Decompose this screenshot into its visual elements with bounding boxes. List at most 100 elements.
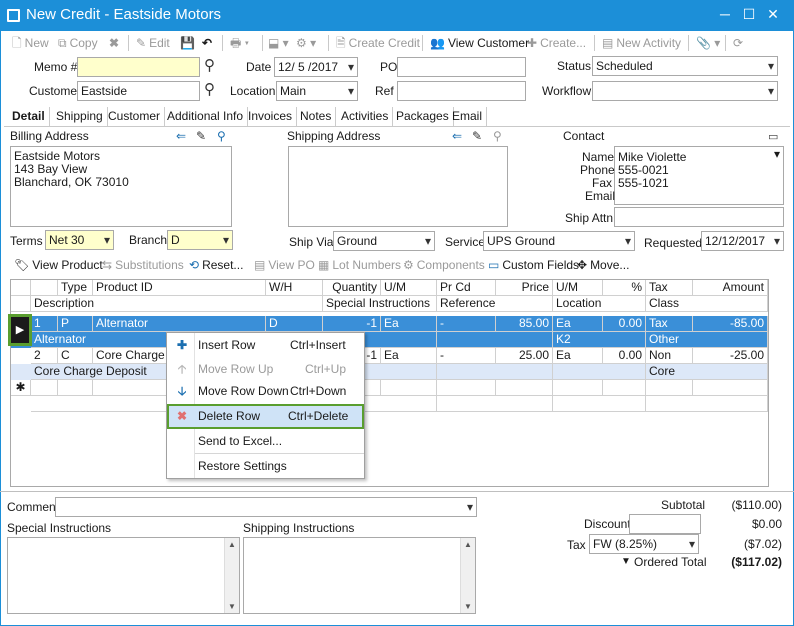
grid-header-reference[interactable]: Reference xyxy=(437,296,553,312)
memo-input[interactable] xyxy=(77,57,200,77)
table-row[interactable]: 1 P Alternator D -1 Ea - 85.00 Ea 0.00 T… xyxy=(11,316,768,332)
comment-input[interactable] xyxy=(55,497,477,517)
row-selector-arrow-icon[interactable]: ▶ xyxy=(8,314,32,346)
discount-input[interactable] xyxy=(629,514,701,534)
row-um[interactable]: Ea xyxy=(381,316,437,332)
tab-packages[interactable]: Packages xyxy=(392,107,454,126)
row-pr-cd[interactable]: - xyxy=(437,348,496,364)
edit-pencil-icon[interactable]: ✎ xyxy=(196,129,206,143)
row-price[interactable]: 85.00 xyxy=(496,316,553,332)
new-row-cell[interactable] xyxy=(693,380,768,396)
row-quantity[interactable]: -1 xyxy=(323,316,381,332)
grid-header-product-id[interactable]: Product ID xyxy=(93,280,266,296)
row-tax[interactable]: Tax xyxy=(646,316,693,332)
undo-icon[interactable]: ↶ xyxy=(202,32,212,54)
menu-item-restore-settings[interactable]: Restore Settings xyxy=(167,455,364,477)
shipping-address-box[interactable] xyxy=(288,146,508,227)
status-select[interactable]: Scheduled xyxy=(592,56,778,76)
export-icon[interactable]: ⬓ ▾ xyxy=(268,32,289,54)
triangle-down-icon[interactable]: ▼ xyxy=(621,556,631,567)
new-button[interactable]: 🗋 New xyxy=(12,32,49,54)
menu-item-move-row-down[interactable]: 🡣 Move Row Down Ctrl+Down xyxy=(167,380,364,402)
create-button[interactable]: ✚ Create... xyxy=(527,32,586,54)
row-class[interactable]: Core xyxy=(646,364,768,380)
grid-header-description[interactable]: Description xyxy=(31,296,323,312)
new-row-cell[interactable] xyxy=(31,380,58,396)
row-um-2[interactable]: Ea xyxy=(553,316,603,332)
map-pin-icon[interactable]: ⚲ xyxy=(493,129,502,143)
tab-customer[interactable]: Customer xyxy=(104,107,166,126)
terms-select[interactable]: Net 30 xyxy=(45,230,114,250)
table-row-detail[interactable]: Alternator K2 Other xyxy=(11,332,768,348)
row-type[interactable]: C xyxy=(58,348,93,364)
row-percent[interactable]: 0.00 xyxy=(603,348,646,364)
new-row-cell[interactable] xyxy=(553,380,603,396)
save-icon[interactable]: 💾 xyxy=(180,32,195,54)
line-items-grid[interactable]: Type Product ID W/H Quantity U/M Pr Cd P… xyxy=(10,279,769,487)
components-button[interactable]: ⚙ Components xyxy=(403,254,485,276)
tax-select[interactable]: FW (8.25%) xyxy=(589,534,699,554)
reset-button[interactable]: ⟲ Reset... xyxy=(189,254,243,276)
workflow-select[interactable] xyxy=(592,81,778,101)
menu-item-insert-row[interactable]: ✚ Insert Row Ctrl+Insert xyxy=(167,334,364,356)
delete-icon[interactable]: ✖ xyxy=(109,32,119,54)
row-price[interactable]: 25.00 xyxy=(496,348,553,364)
edit-button[interactable]: ✎ Edit xyxy=(136,32,170,54)
location-select[interactable]: Main xyxy=(276,81,358,101)
row-tax[interactable]: Non xyxy=(646,348,693,364)
new-row-cell[interactable] xyxy=(381,380,437,396)
copy-button[interactable]: ⧉ Copy xyxy=(58,32,98,54)
grid-header-location[interactable]: Location xyxy=(553,296,646,312)
tab-email[interactable]: Email xyxy=(448,107,488,126)
scrollbar[interactable] xyxy=(460,538,475,613)
move-button[interactable]: ✥ Move... xyxy=(577,254,629,276)
new-row-cell[interactable] xyxy=(646,396,768,412)
row-class[interactable]: Other xyxy=(646,332,768,348)
new-row-cell[interactable] xyxy=(603,380,646,396)
new-row-detail[interactable] xyxy=(11,396,768,412)
row-type[interactable]: P xyxy=(58,316,93,332)
maximize-button[interactable]: ☐ xyxy=(739,4,759,24)
close-button[interactable]: ✕ xyxy=(763,4,783,24)
grid-header-um[interactable]: U/M xyxy=(381,280,437,296)
row-reference[interactable] xyxy=(437,332,553,348)
menu-item-send-to-excel[interactable]: Send to Excel... xyxy=(167,430,364,452)
new-row-cell[interactable] xyxy=(646,380,693,396)
search-icon[interactable]: ⚲ xyxy=(204,56,215,74)
service-select[interactable]: UPS Ground xyxy=(483,231,635,251)
card-icon[interactable]: ▭ xyxy=(768,130,778,143)
tab-additional-info[interactable]: Additional Info xyxy=(163,107,249,126)
table-row-detail[interactable]: Core Charge Deposit Core xyxy=(11,364,768,380)
table-row[interactable]: 2 C Core Charge -1 Ea - 25.00 Ea 0.00 No… xyxy=(11,348,768,364)
row-um-2[interactable]: Ea xyxy=(553,348,603,364)
date-field[interactable]: 12/ 5 /2017 xyxy=(274,57,358,77)
new-row-cell[interactable] xyxy=(437,380,496,396)
grid-header-special-instructions[interactable]: Special Instructions xyxy=(323,296,437,312)
tab-notes[interactable]: Notes xyxy=(296,107,337,126)
menu-item-move-row-up[interactable]: 🡡 Move Row Up Ctrl+Up xyxy=(167,358,364,380)
grid-header-tax[interactable]: Tax xyxy=(646,280,693,296)
row-reference[interactable] xyxy=(437,364,553,380)
new-row-cell[interactable] xyxy=(58,380,93,396)
new-row-cell[interactable] xyxy=(496,380,553,396)
minimize-button[interactable]: ─ xyxy=(715,4,735,24)
tab-shipping[interactable]: Shipping xyxy=(52,107,108,126)
custom-fields-button[interactable]: ▭ Custom Fields xyxy=(488,254,579,276)
view-po-button[interactable]: ▤ View PO xyxy=(254,254,315,276)
view-product-button[interactable]: 🏷 View Product xyxy=(14,254,103,276)
grid-header-um-2[interactable]: U/M xyxy=(553,280,603,296)
grid-header-pr-cd[interactable]: Pr Cd xyxy=(437,280,496,296)
copy-address-icon[interactable]: ⇐ xyxy=(452,129,462,143)
chevron-down-icon[interactable]: ▾ xyxy=(774,147,780,161)
view-customer-button[interactable]: 👥 View Customer xyxy=(430,32,529,54)
grid-header-percent[interactable]: % xyxy=(603,280,646,296)
grid-header-amount[interactable]: Amount xyxy=(693,280,768,296)
new-row[interactable]: ✱ xyxy=(11,380,768,396)
copy-address-icon[interactable]: ⇐ xyxy=(176,129,186,143)
tab-activities[interactable]: Activities xyxy=(337,107,394,126)
settings-icon[interactable]: ⚙ ▾ xyxy=(296,32,316,54)
edit-pencil-icon[interactable]: ✎ xyxy=(472,129,482,143)
po-input[interactable] xyxy=(397,57,526,77)
row-um[interactable]: Ea xyxy=(381,348,437,364)
row-amount[interactable]: -25.00 xyxy=(693,348,768,364)
